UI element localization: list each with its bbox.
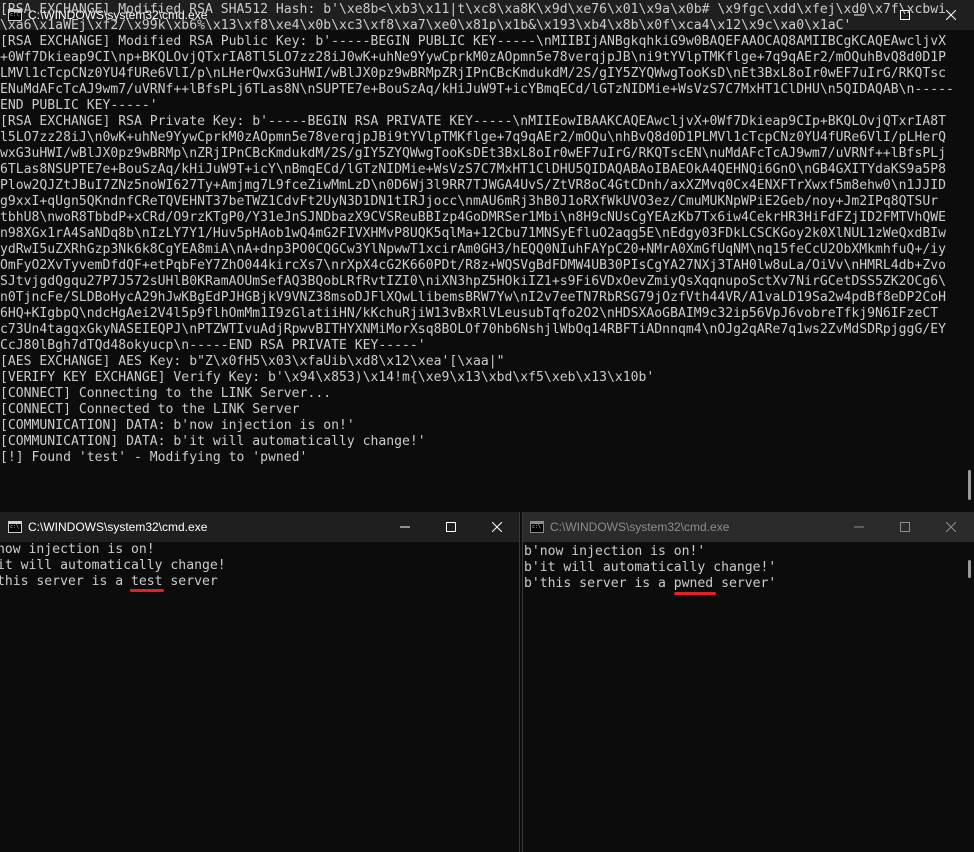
close-button[interactable] <box>928 512 974 542</box>
console-line: now injection is on! <box>0 542 155 557</box>
console-line: OmFyO2XvTyvemDfdQF+etPqbFeY7ZhO044kircXs… <box>0 258 946 273</box>
console-line: LMVl1cTcpCNz0YU4fURe6VlI/p\nLHerQwxG3uHW… <box>0 66 946 81</box>
console-line: +0Wf7Dkieap9CI\np+BKQLOvjQTxrIA8Tl5LO7zz… <box>0 50 946 65</box>
server-console-output[interactable]: b'now injection is on!' b'it will automa… <box>524 544 960 852</box>
console-line: [CONNECT] Connecting to the LINK Server.… <box>0 386 332 401</box>
console-line: CcJ80lBgh7dTQd48okyucp\n-----END RSA PRI… <box>0 338 426 353</box>
cmd-app-icon[interactable] <box>530 521 544 533</box>
console-line: SJtvjgdQgqu27P7J572sUHlB0KRamAOUmSefAQ3B… <box>0 274 946 289</box>
server-scrollbar[interactable] <box>960 542 974 852</box>
main-console-output[interactable]: [RSA EXCHANGE] Modified RSA SHA512 Hash:… <box>0 2 960 512</box>
console-line: g9xxI+qUgn5QKndnfCReTQVEHNT37beTWZ1CdvFt… <box>0 194 939 209</box>
console-line: [RSA EXCHANGE] RSA Private Key: b'-----B… <box>0 114 946 129</box>
window-title: C:\WINDOWS\system32\cmd.exe <box>28 520 208 534</box>
close-icon <box>946 522 956 532</box>
minimize-button[interactable] <box>382 512 428 542</box>
console-line: [!] Found 'test' - Modifying to 'pwned' <box>0 450 308 465</box>
console-line: tbhU8\nwoR8TbbdP+xCRd/O9rzKTgP0/Y31eJnSJ… <box>0 210 946 225</box>
console-line: ENuMdAFcTcAJ9wm7/uVRNf++lBfsPLj6TLas8N\n… <box>0 82 954 97</box>
console-line: this server is a test server <box>0 574 218 589</box>
console-line: l5LO7zz28iJ\n0wK+uhNe9YywCprkM0zAOpmn5e7… <box>0 130 946 145</box>
minimize-icon <box>400 526 410 528</box>
test-underline-annotation <box>130 589 164 592</box>
console-line: c73Un4tagqxGkyNASEIEQPJ\nPTZWTIvuAdjRpwv… <box>0 322 946 337</box>
minimize-button[interactable] <box>836 512 882 542</box>
client-titlebar[interactable]: C:\WINDOWS\system32\cmd.exe <box>0 512 520 542</box>
console-line: b'now injection is on!' <box>524 544 706 559</box>
window-title: C:\WINDOWS\system32\cmd.exe <box>550 520 730 534</box>
main-scrollbar[interactable] <box>960 30 974 512</box>
close-button[interactable] <box>474 512 520 542</box>
console-line: n98XGx1rA4SaNDq8b\nIzLY7Y1/Huv5pHAob1wQ4… <box>0 226 946 241</box>
maximize-button[interactable] <box>882 512 928 542</box>
maximize-icon <box>446 522 456 532</box>
cmd-app-icon[interactable] <box>8 521 22 533</box>
console-line: b'this server is a pwned server' <box>524 576 777 591</box>
console-line: wxG3uHWI/wBlJX0pz9wBRMp\nZRjIPnCBcKmdukd… <box>0 146 946 161</box>
console-line: b'it will automatically change!' <box>524 560 777 575</box>
close-icon <box>492 522 502 532</box>
window-border <box>522 512 523 852</box>
console-line: \xa6\x1aWEj\xf2/\x99k\xb6%\x13\xf8\xe4\x… <box>0 18 852 33</box>
server-titlebar[interactable]: C:\WINDOWS\system32\cmd.exe <box>522 512 974 542</box>
console-line: [RSA EXCHANGE] Modified RSA SHA512 Hash:… <box>0 2 946 17</box>
maximize-button[interactable] <box>428 512 474 542</box>
main-cmd-window: C:\WINDOWS\system32\cmd.exe [RSA EXCHANG… <box>0 0 974 512</box>
console-line: [RSA EXCHANGE] Modified RSA Public Key: … <box>0 34 946 49</box>
server-cmd-window: C:\WINDOWS\system32\cmd.exe b'now inject… <box>522 512 974 852</box>
console-line: END PUBLIC KEY-----' <box>0 98 158 113</box>
client-console-output[interactable]: now injection is on! it will automatical… <box>0 542 506 852</box>
minimize-icon <box>854 526 864 528</box>
console-line: [COMMUNICATION] DATA: b'it will automati… <box>0 434 426 449</box>
server-scrollbar-thumb[interactable] <box>968 560 971 578</box>
window-border <box>519 512 520 852</box>
console-line: Plow2QJZtJBuI7ZNz5noWI627Ty+Amjmg7L9fceZ… <box>0 178 946 193</box>
console-line: it will automatically change! <box>0 558 226 573</box>
console-line: 6HQ+KIgbpQ\ndcHgAei2V4l5p9flhOmMm1I9zGla… <box>0 306 939 321</box>
pwned-underline-annotation <box>674 592 716 595</box>
client-cmd-window: C:\WINDOWS\system32\cmd.exe now injectio… <box>0 512 520 852</box>
console-line: n0TjncFe/SLDBoHycA29hJwKBgEdPJHGBjkV9VNZ… <box>0 290 946 305</box>
console-line: [VERIFY KEY EXCHANGE] Verify Key: b'\x94… <box>0 370 655 385</box>
console-line: ydRwI5uZXRhGzp3Nk6k8CgYEA8miA\nA+dnp3PO0… <box>0 242 946 257</box>
console-line: 6TLas8NSUPTE7e+BouSzAq/kHiJuW9T+icY\nBmq… <box>0 162 946 177</box>
console-line: [COMMUNICATION] DATA: b'now injection is… <box>0 418 355 433</box>
console-line: [AES EXCHANGE] AES Key: b"Z\x0fH5\x03\xf… <box>0 354 505 369</box>
console-line: [CONNECT] Connected to the LINK Server <box>0 402 300 417</box>
maximize-icon <box>900 522 910 532</box>
main-scrollbar-thumb[interactable] <box>968 470 971 500</box>
